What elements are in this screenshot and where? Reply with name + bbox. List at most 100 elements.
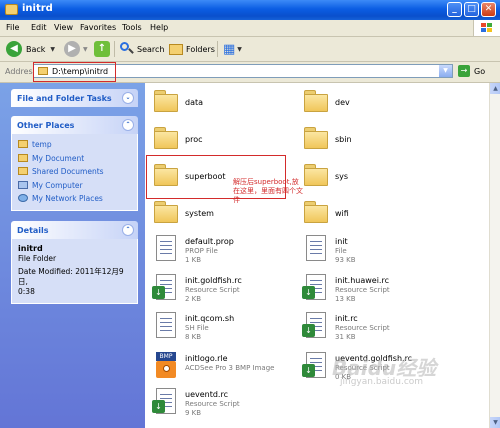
expand-chevron-icon[interactable]: ⌄: [122, 92, 134, 104]
folder-icon: [152, 87, 180, 115]
other-places-header[interactable]: Other Places ⌃: [11, 116, 138, 134]
menu-view[interactable]: View: [54, 23, 73, 32]
item-type: Resource Script: [335, 286, 390, 294]
menu-bar: File Edit View Favorites Tools Help: [0, 20, 500, 37]
folder-icon: [302, 161, 330, 189]
folders-icon: [169, 43, 183, 55]
details-modified-time: 0:38: [18, 287, 35, 296]
folder-item-sbin[interactable]: sbin: [302, 124, 447, 156]
folder-icon: [152, 124, 180, 152]
back-button[interactable]: ◀ Back ▼: [6, 40, 55, 58]
folder-icon: [5, 4, 18, 15]
forward-arrow-icon: ▶: [64, 41, 80, 57]
item-type: PROP File: [185, 247, 218, 255]
item-name: wifi: [335, 209, 349, 218]
file-item-initlogo-rle[interactable]: BMP initlogo.rle ACDSee Pro 3 BMP Image: [152, 352, 297, 384]
folder-item-sys[interactable]: sys: [302, 161, 447, 193]
item-size: 93 KB: [335, 256, 356, 264]
item-type: File: [335, 247, 347, 255]
file-item-init-goldfish-rc[interactable]: ↓ init.goldfish.rc Resource Script 2 KB: [152, 274, 297, 306]
item-size: 2 KB: [185, 295, 202, 303]
bmp-badge: BMP: [156, 352, 176, 361]
folder-item-wifi[interactable]: wifi: [302, 198, 447, 230]
item-size: 13 KB: [335, 295, 356, 303]
folder-icon: [302, 198, 330, 226]
folder-icon: [18, 140, 28, 148]
address-highlight-box: [33, 62, 116, 82]
item-type: Resource Script: [185, 286, 240, 294]
file-folder-tasks-title: File and Folder Tasks: [17, 94, 112, 103]
place-label: My Document: [32, 153, 85, 163]
file-folder-tasks-header[interactable]: File and Folder Tasks ⌄: [11, 89, 138, 107]
file-item-init-rc[interactable]: ↓ init.rc Resource Script 31 KB: [302, 312, 447, 344]
windows-logo-icon: [473, 20, 500, 36]
folders-button[interactable]: Folders: [169, 40, 215, 58]
place-shared-documents[interactable]: Shared Documents: [18, 165, 131, 179]
close-button[interactable]: ✕: [481, 2, 496, 17]
place-my-document[interactable]: My Document: [18, 152, 131, 166]
maximize-button[interactable]: □: [464, 2, 479, 17]
item-name: init: [335, 237, 348, 246]
up-folder-button[interactable]: ↑: [94, 40, 110, 58]
vertical-scrollbar[interactable]: ▲ ▼: [489, 83, 500, 428]
views-icon: ▦: [223, 41, 236, 57]
other-places-title: Other Places: [17, 121, 75, 130]
item-size: 31 KB: [335, 333, 356, 341]
menu-favorites[interactable]: Favorites: [80, 23, 116, 32]
back-arrow-icon: ◀: [6, 41, 22, 57]
file-item-ueventd-rc[interactable]: ↓ ueventd.rc Resource Script 9 KB: [152, 388, 297, 420]
file-item-init-qcom-sh[interactable]: init.qcom.sh SH File 8 KB: [152, 312, 297, 344]
menu-tools[interactable]: Tools: [122, 23, 142, 32]
item-size: 9 KB: [185, 409, 202, 417]
my-computer-icon: [18, 180, 28, 189]
menu-edit[interactable]: Edit: [31, 23, 47, 32]
details-modified: Date Modified: 2011年12月9日,: [18, 267, 124, 286]
scroll-down-icon[interactable]: ▼: [490, 417, 500, 428]
place-temp[interactable]: temp: [18, 138, 131, 152]
back-label: Back: [26, 44, 46, 54]
details-header[interactable]: Details ⌃: [11, 221, 138, 239]
search-label: Search: [137, 44, 165, 54]
search-icon: [120, 42, 134, 56]
script-icon: ↓: [302, 312, 330, 340]
file-item-init-huawei-rc[interactable]: ↓ init.huawei.rc Resource Script 13 KB: [302, 274, 447, 306]
collapse-chevron-icon[interactable]: ⌃: [122, 119, 134, 131]
item-name: initlogo.rle: [185, 354, 228, 363]
item-name: data: [185, 98, 204, 107]
item-name: default.prop: [185, 237, 234, 246]
collapse-chevron-icon[interactable]: ⌃: [122, 224, 134, 236]
minimize-button[interactable]: _: [447, 2, 462, 17]
item-name: init.rc: [335, 314, 358, 323]
place-my-computer[interactable]: My Computer: [18, 179, 131, 193]
place-my-network-places[interactable]: My Network Places: [18, 192, 131, 206]
file-folder-tasks-panel: File and Folder Tasks ⌄: [11, 89, 138, 107]
search-button[interactable]: Search: [120, 40, 164, 58]
menu-file[interactable]: File: [6, 23, 19, 32]
scroll-up-icon[interactable]: ▲: [490, 83, 500, 94]
folder-item-data[interactable]: data: [152, 87, 297, 119]
toolbar-separator: [114, 41, 115, 57]
folder-item-proc[interactable]: proc: [152, 124, 297, 156]
item-size: 1 KB: [185, 256, 202, 264]
window-title: initrd: [22, 3, 53, 14]
file-item-default-prop[interactable]: default.prop PROP File 1 KB: [152, 235, 297, 267]
file-item-init[interactable]: init File 93 KB: [302, 235, 447, 267]
forward-button[interactable]: ▶ ▼: [64, 40, 88, 58]
views-button[interactable]: ▦ ▼: [223, 40, 242, 58]
details-body: initrd File Folder Date Modified: 2011年1…: [11, 239, 138, 304]
item-type: SH File: [185, 324, 209, 332]
item-type: ACDSee Pro 3 BMP Image: [185, 364, 275, 372]
toolbar-separator: [217, 41, 218, 57]
folder-icon: [302, 124, 330, 152]
menu-help[interactable]: Help: [150, 23, 168, 32]
item-name: system: [185, 209, 214, 218]
script-icon: ↓: [302, 274, 330, 302]
go-button[interactable]: Go: [474, 67, 485, 76]
address-dropdown-button[interactable]: ▼: [439, 65, 452, 77]
details-type: File Folder: [18, 254, 57, 263]
document-icon: [302, 235, 330, 263]
folder-item-dev[interactable]: dev: [302, 87, 447, 119]
title-bar[interactable]: initrd _ □ ✕: [0, 0, 500, 20]
go-arrow-icon[interactable]: →: [458, 65, 470, 77]
item-name: dev: [335, 98, 350, 107]
